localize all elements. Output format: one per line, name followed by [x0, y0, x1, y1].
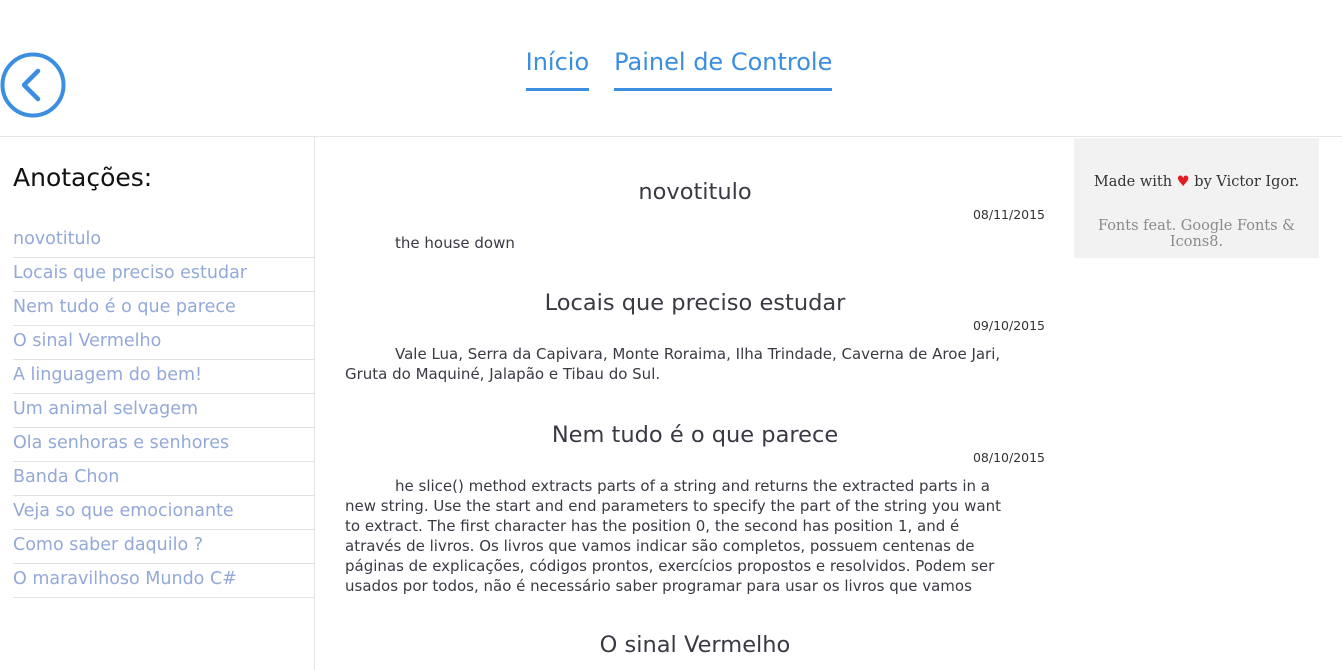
note-date: 08/11/2015 — [972, 207, 1045, 222]
note-body: Vale Lua, Serra da Capivara, Monte Rorai… — [345, 345, 1001, 383]
sidebar: Anotações: novotitulo Locais que preciso… — [0, 137, 315, 670]
top-nav: Início Painel de Controle — [0, 46, 1342, 91]
sidebar-item-um-animal-selvagem[interactable]: Um animal selvagem — [13, 394, 315, 428]
note-body: he slice() method extracts parts of a st… — [345, 477, 1002, 595]
credits-fonts: Fonts feat. Google Fonts & Icons8. — [1097, 218, 1296, 250]
sidebar-item-veja-so-que-emocionante[interactable]: Veja so que emocionante — [13, 496, 315, 530]
note-title: novotitulo — [638, 179, 752, 205]
credits-panel: Made with ♥ by Victor Igor. Fonts feat. … — [1074, 138, 1319, 258]
nav-link-painel-de-controle[interactable]: Painel de Controle — [614, 46, 833, 91]
note-date: 09/10/2015 — [972, 318, 1045, 333]
note-card: Locais que preciso estudar 09/10/2015 Va… — [316, 288, 1074, 384]
sidebar-item-ola-senhoras-e-senhores[interactable]: Ola senhoras e senhores — [13, 428, 315, 462]
sidebar-item-nem-tudo-e-o-que-parece[interactable]: Nem tudo é o que parece — [13, 292, 315, 326]
note-body: the house down — [395, 234, 515, 252]
credits-made-with: Made with ♥ by Victor Igor. — [1074, 174, 1319, 190]
note-date: 08/10/2015 — [972, 450, 1045, 465]
notes-feed: novotitulo 08/11/2015 the house down Loc… — [316, 137, 1074, 670]
heart-icon: ♥ — [1176, 174, 1190, 190]
sidebar-item-locais-que-preciso-estudar[interactable]: Locais que preciso estudar — [13, 258, 315, 292]
note-title: Locais que preciso estudar — [544, 290, 846, 316]
nav-link-inicio[interactable]: Início — [525, 46, 590, 91]
note-card: novotitulo 08/11/2015 the house down — [316, 177, 1074, 253]
header: Início Painel de Controle — [0, 0, 1342, 137]
sidebar-item-o-maravilhoso-mundo-csharp[interactable]: O maravilhoso Mundo C# — [13, 564, 315, 598]
sidebar-item-o-sinal-vermelho[interactable]: O sinal Vermelho — [13, 326, 315, 360]
note-card: O sinal Vermelho — [316, 630, 1074, 660]
sidebar-item-como-saber-daquilo[interactable]: Como saber daquilo ? — [13, 530, 315, 564]
author-label: by Victor Igor. — [1194, 174, 1300, 190]
note-title: Nem tudo é o que parece — [551, 422, 839, 448]
sidebar-title: Anotações: — [13, 163, 153, 192]
sidebar-item-banda-chon[interactable]: Banda Chon — [13, 462, 315, 496]
note-title: O sinal Vermelho — [599, 632, 791, 658]
sidebar-item-a-linguagem-do-bem[interactable]: A linguagem do bem! — [13, 360, 315, 394]
sidebar-item-novotitulo[interactable]: novotitulo — [13, 224, 315, 258]
sidebar-note-list: novotitulo Locais que preciso estudar Ne… — [13, 224, 315, 598]
made-with-label: Made with — [1093, 174, 1173, 190]
note-card: Nem tudo é o que parece 08/10/2015 he sl… — [316, 420, 1074, 596]
